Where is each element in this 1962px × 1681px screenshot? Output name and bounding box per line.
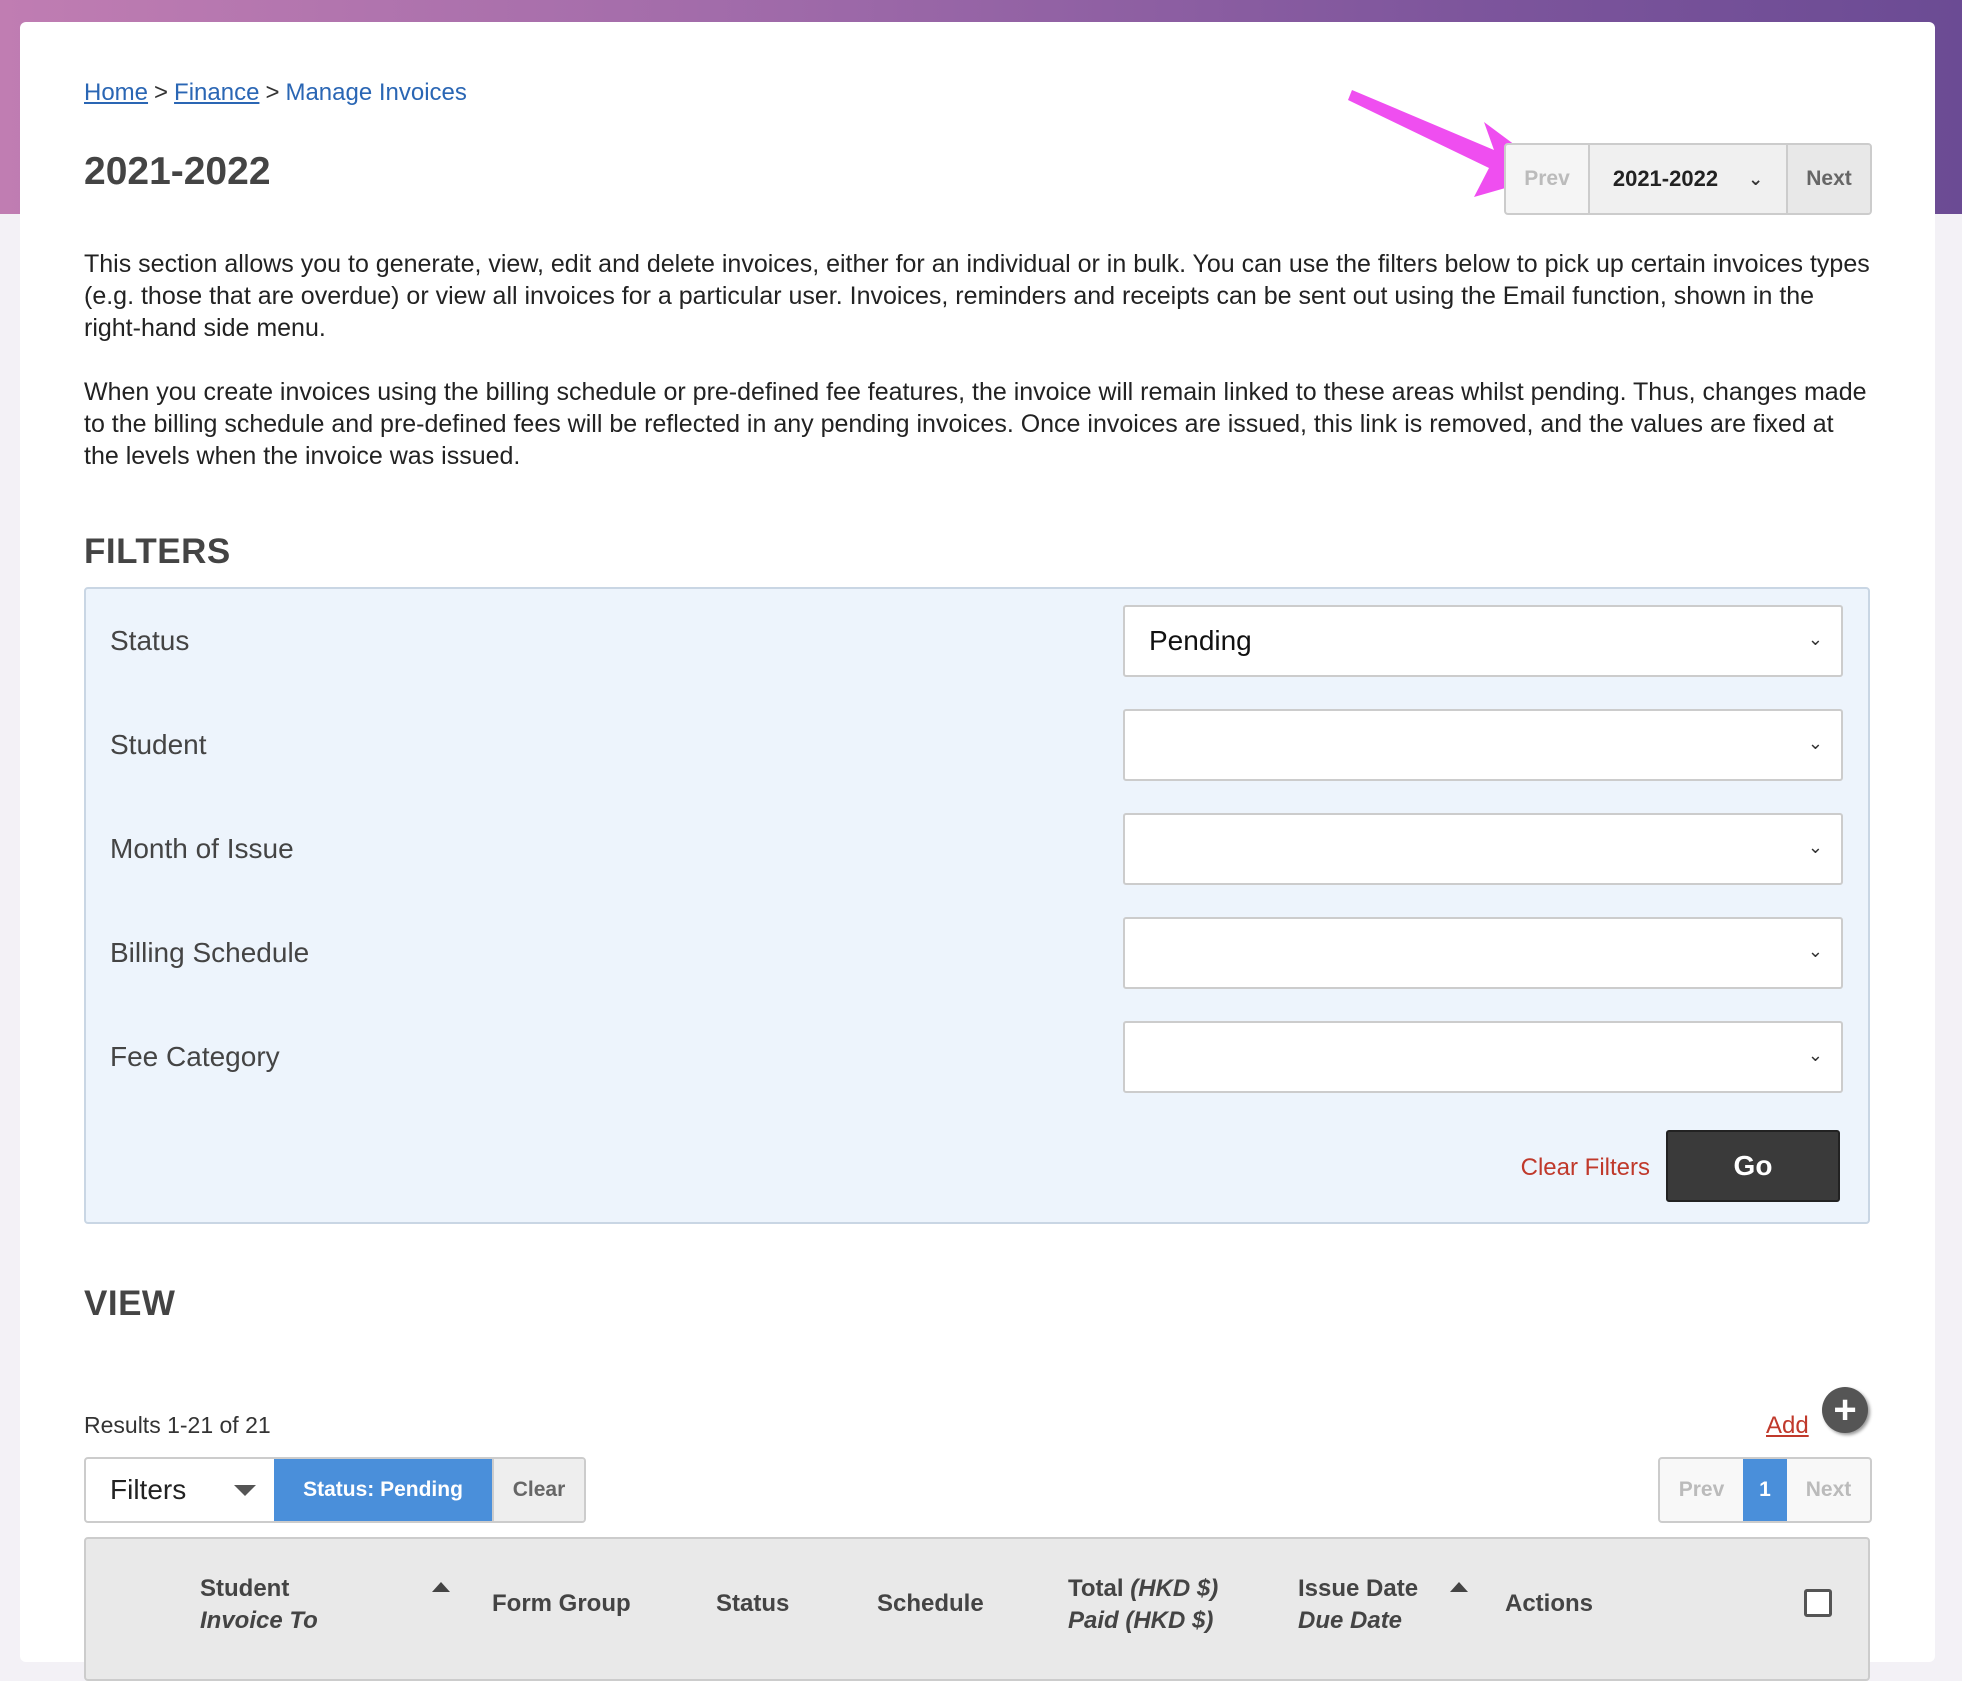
column-header-issue-date[interactable]: Issue Date Due Date — [1298, 1575, 1418, 1635]
filter-label: Student — [110, 729, 207, 760]
status-select[interactable]: Pending ⌄ — [1123, 605, 1843, 677]
column-sublabel: Paid (HKD $) — [1068, 1607, 1214, 1634]
column-label: Total — [1068, 1575, 1124, 1602]
column-header-actions: Actions — [1505, 1590, 1594, 1617]
page-title: 2021-2022 — [84, 150, 271, 193]
clear-filter-button[interactable]: Clear — [492, 1459, 584, 1521]
view-heading: VIEW — [84, 1284, 176, 1323]
filter-row-student: Student ⌄ — [110, 709, 1843, 781]
filters-heading: FILTERS — [84, 532, 231, 571]
filter-label: Month of Issue — [110, 833, 294, 864]
column-sublabel: Invoice To — [200, 1607, 318, 1634]
filter-label: Billing Schedule — [110, 937, 310, 968]
select-all-checkbox[interactable] — [1804, 1589, 1832, 1617]
page-current[interactable]: 1 — [1743, 1459, 1787, 1521]
column-sublabel: Due Date — [1298, 1607, 1403, 1634]
filter-row-fee-category: Fee Category ⌄ — [110, 1021, 1843, 1093]
column-header-total[interactable]: Total (HKD $) Paid (HKD $) — [1068, 1575, 1218, 1635]
intro-paragraph: This section allows you to generate, vie… — [84, 250, 1870, 342]
chevron-down-icon: ⌄ — [1748, 168, 1764, 189]
column-header-status[interactable]: Status — [716, 1590, 789, 1618]
filter-label: Status — [110, 625, 190, 656]
breadcrumb-current: Manage Invoices — [285, 79, 467, 106]
chevron-down-icon: ⌄ — [1807, 1045, 1823, 1065]
fee-category-select[interactable]: ⌄ — [1123, 1021, 1843, 1093]
pagination: Prev 1 Next — [1658, 1457, 1872, 1523]
sort-ascending-icon[interactable] — [1450, 1582, 1468, 1592]
year-select-value: 2021-2022 — [1612, 166, 1719, 191]
page-prev-button[interactable]: Prev — [1660, 1459, 1743, 1521]
column-label: Student — [200, 1575, 290, 1602]
chevron-down-icon: ⌄ — [1807, 941, 1823, 961]
breadcrumb: Home > Finance > Manage Invoices — [84, 79, 467, 107]
student-select[interactable]: ⌄ — [1123, 709, 1843, 781]
intro-paragraph: When you create invoices using the billi… — [84, 378, 1867, 470]
add-plus-icon[interactable]: + — [1822, 1387, 1868, 1433]
breadcrumb-separator: > — [154, 79, 169, 106]
sort-ascending-icon[interactable] — [432, 1582, 450, 1592]
results-count: Results 1-21 of 21 — [84, 1412, 271, 1438]
filter-row-status: Status Pending ⌄ — [110, 605, 1843, 677]
billing-schedule-select[interactable]: ⌄ — [1123, 917, 1843, 989]
filter-label: Fee Category — [110, 1041, 280, 1072]
chevron-down-icon: ⌄ — [1807, 837, 1823, 857]
year-select[interactable]: 2021-2022 ⌄ — [1588, 145, 1786, 213]
column-label: Issue Date — [1298, 1575, 1419, 1602]
breadcrumb-separator: > — [265, 79, 280, 106]
page-next-button[interactable]: Next — [1787, 1459, 1870, 1521]
select-value: Pending — [1149, 625, 1252, 656]
intro-text: This section allows you to generate, vie… — [84, 248, 1870, 504]
column-header-student[interactable]: Student Invoice To — [200, 1575, 318, 1635]
column-unit: (HKD $) — [1130, 1575, 1219, 1602]
filter-row-month-of-issue: Month of Issue ⌄ — [110, 813, 1843, 885]
filters-dropdown[interactable]: Filters — [86, 1459, 274, 1521]
breadcrumb-home-link[interactable]: Home — [84, 79, 148, 106]
filters-dropdown-label: Filters — [110, 1474, 187, 1505]
status-filter-chip[interactable]: Status: Pending — [274, 1459, 492, 1521]
year-prev-button[interactable]: Prev — [1506, 145, 1588, 213]
month-of-issue-select[interactable]: ⌄ — [1123, 813, 1843, 885]
filter-row-billing-schedule: Billing Schedule ⌄ — [110, 917, 1843, 989]
column-header-form-group[interactable]: Form Group — [492, 1590, 631, 1618]
year-next-button[interactable]: Next — [1786, 145, 1870, 213]
chevron-down-icon: ⌄ — [1807, 733, 1823, 753]
table-header: Student Invoice To Form Group Status Sch… — [84, 1537, 1870, 1681]
year-switcher: Prev 2021-2022 ⌄ Next — [1504, 143, 1872, 215]
filter-bar: Filters Status: Pending Clear — [84, 1457, 586, 1523]
chevron-down-icon: ⌄ — [1807, 629, 1823, 649]
add-link[interactable]: Add — [1766, 1412, 1809, 1440]
filters-panel: Status Pending ⌄ Student ⌄ Month of Issu… — [84, 587, 1870, 1224]
caret-down-icon — [234, 1484, 256, 1496]
main-panel: Home > Finance > Manage Invoices 2021-2022 P… — [20, 22, 1935, 1681]
column-header-schedule[interactable]: Schedule — [877, 1590, 984, 1618]
clear-filters-link[interactable]: Clear Filters — [1521, 1154, 1650, 1182]
breadcrumb-finance-link[interactable]: Finance — [174, 79, 259, 106]
go-button[interactable]: Go — [1666, 1130, 1840, 1202]
